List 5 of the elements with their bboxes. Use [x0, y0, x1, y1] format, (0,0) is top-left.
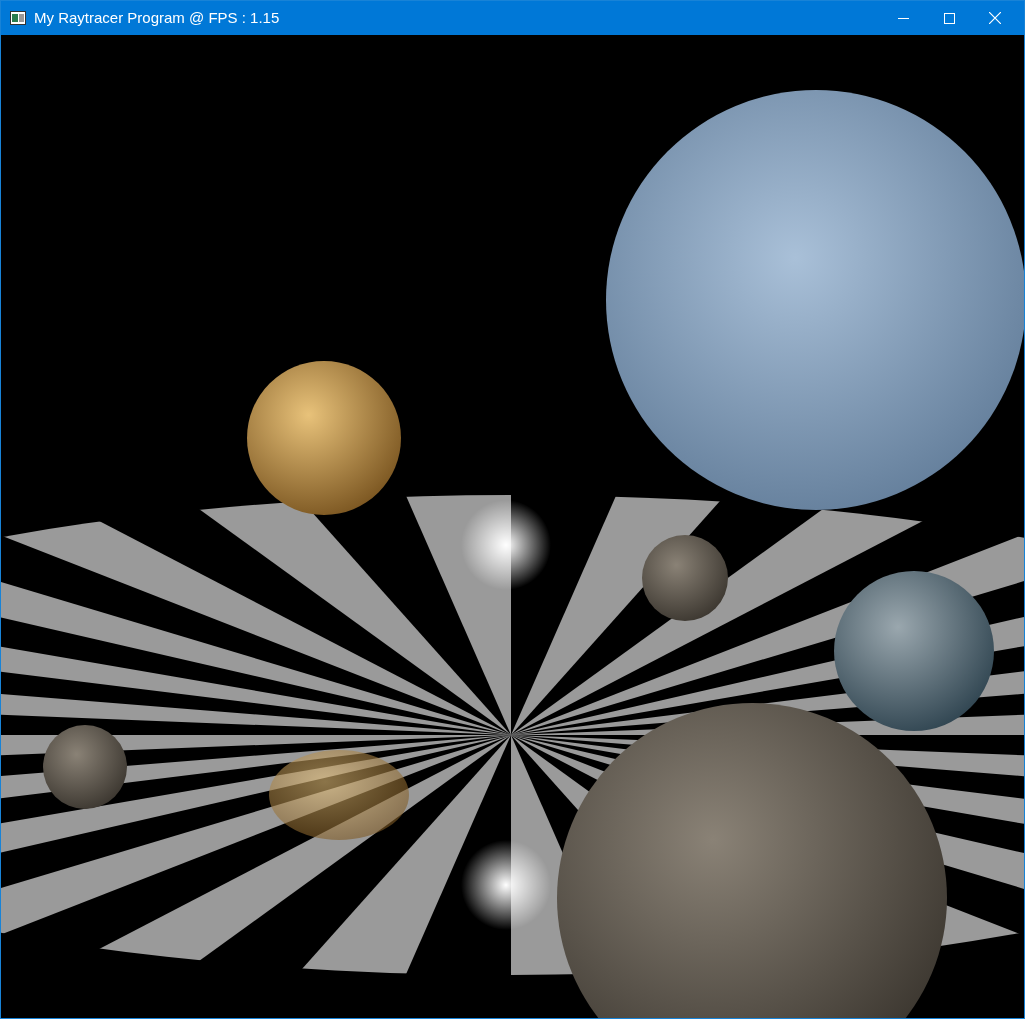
- close-icon: [989, 12, 1001, 24]
- window-title: My Raytracer Program @ FPS : 1.15: [34, 7, 280, 28]
- minimize-icon: [897, 17, 909, 19]
- app-icon: [10, 11, 26, 25]
- maximize-icon: [943, 12, 955, 24]
